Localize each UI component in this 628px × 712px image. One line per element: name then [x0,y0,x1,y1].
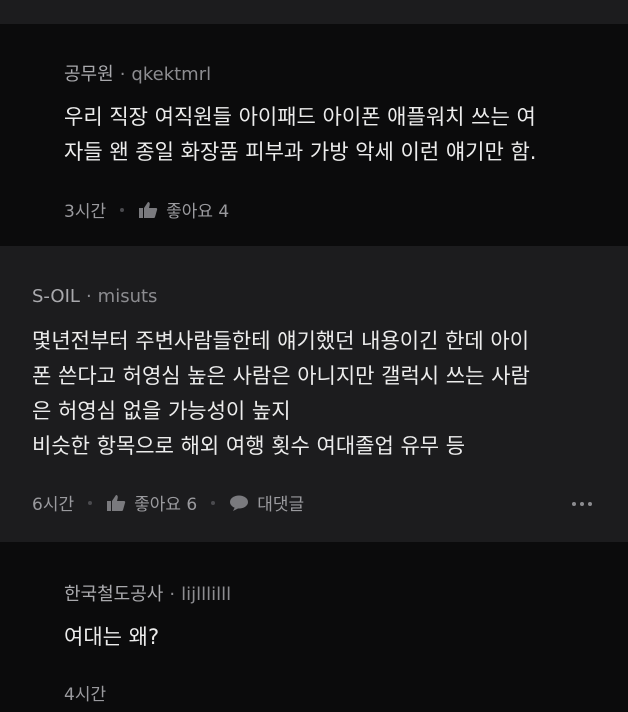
comment-time: 6시간 [32,495,75,515]
thumbs-up-icon [138,201,158,219]
previous-comment-strip [0,0,628,24]
comment-footer: 3시간 좋아요 4 [64,197,229,222]
comment-text-line: 우리 직장 여직원들 아이패드 아이폰 애플워치 쓰는 여 [64,105,536,129]
comment-text: 여대는 왜? [64,620,159,655]
author-nickname: qkektmrl [131,64,212,85]
comment-text: 우리 직장 여직원들 아이패드 아이폰 애플워치 쓰는 여 자들 왠 종일 화장… [64,100,536,170]
comment-text-line: 자들 왠 종일 화장품 피부과 가방 악세 이런 얘기만 함. [64,140,537,164]
like-count: 좋아요 4 [166,202,230,222]
like-count: 좋아요 6 [134,495,198,515]
meta-separator: · [119,64,126,85]
reply-label: 대댓글 [257,495,305,515]
comment-text: 몇년전부터 주변사람들한테 얘기했던 내용이긴 한데 아이 폰 쓴다고 허영심 … [32,324,530,464]
comment-text-line: 폰 쓴다고 허영심 높은 사람은 아니지만 갤럭시 쓰는 사람 [32,364,530,388]
more-dot [572,502,576,506]
author-nickname: lijlllilll [181,584,232,605]
main-comment: S-OIL · misuts 몇년전부터 주변사람들한테 얘기했던 내용이긴 한… [0,246,628,542]
comment-author[interactable]: 한국철도공사 · lijlllilll [64,580,231,606]
reply-button[interactable]: 대댓글 [229,490,304,515]
comment-text-line: 은 허영심 없을 가능성이 높지 [32,399,291,423]
comment-author[interactable]: 공무원 · qkektmrl [64,60,211,86]
reply-comment: 한국철도공사 · lijlllilll 여대는 왜? 4시간 [0,542,628,712]
reply-comment: 공무원 · qkektmrl 우리 직장 여직원들 아이패드 아이폰 애플워치 … [0,24,628,246]
author-company: S-OIL [32,286,80,307]
meta-separator: · [85,286,92,307]
comment-author[interactable]: S-OIL · misuts [32,286,157,307]
comment-footer: 6시간 좋아요 6 대댓글 [32,490,304,515]
footer-separator [211,500,216,505]
like-button[interactable]: 좋아요 6 [106,490,197,515]
more-dot [588,502,592,506]
thumbs-up-icon [106,494,126,512]
comment-time: 4시간 [64,685,107,705]
author-company: 한국철도공사 [64,584,164,605]
author-company: 공무원 [64,64,114,85]
comment-text-line: 비슷한 항목으로 해외 여행 횟수 여대졸업 유무 등 [32,434,466,458]
footer-separator [88,500,93,505]
more-options-icon[interactable] [572,502,592,506]
comment-time: 3시간 [64,202,107,222]
author-nickname: misuts [97,286,158,307]
more-dot [580,502,584,506]
footer-separator [120,207,125,212]
meta-separator: · [169,584,176,605]
comment-footer: 4시간 [64,680,106,705]
comment-text-line: 몇년전부터 주변사람들한테 얘기했던 내용이긴 한데 아이 [32,329,530,353]
comment-text-line: 여대는 왜? [64,625,160,649]
speech-bubble-icon [229,494,249,512]
like-button[interactable]: 좋아요 4 [138,197,229,222]
